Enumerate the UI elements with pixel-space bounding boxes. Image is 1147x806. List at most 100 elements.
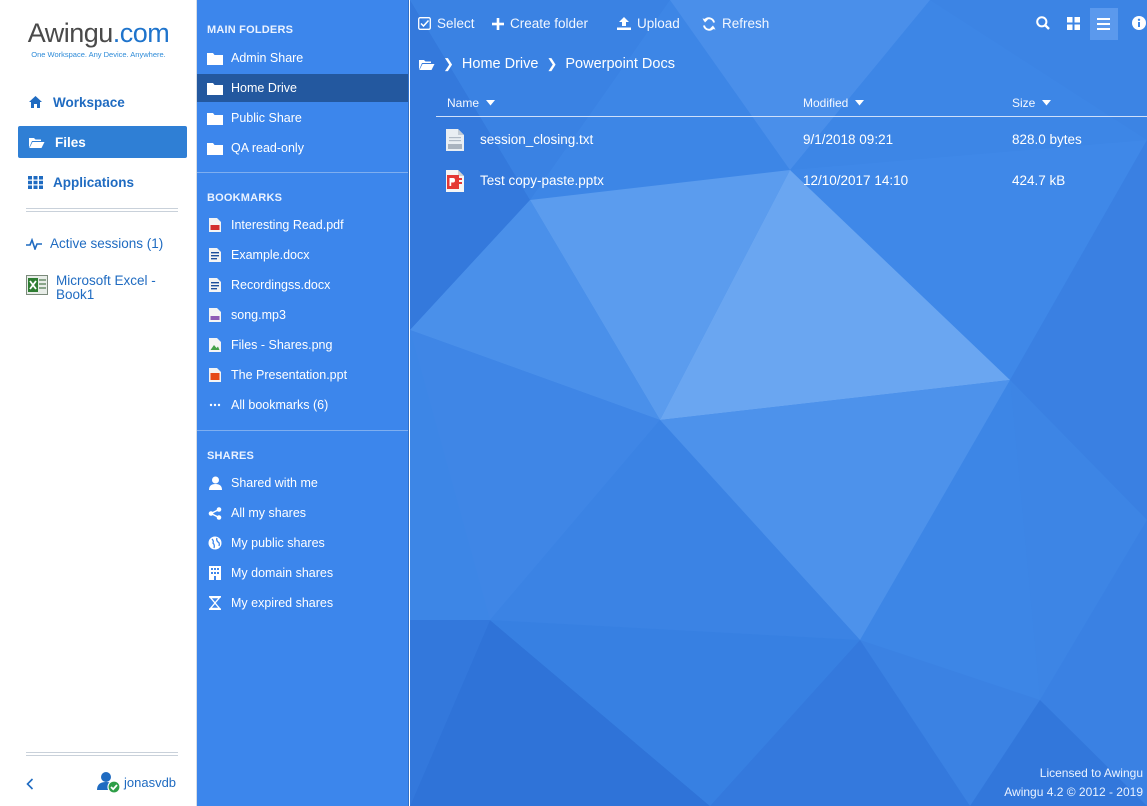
checkbox-icon bbox=[418, 17, 431, 30]
building-icon bbox=[207, 566, 223, 580]
doc-file-icon bbox=[207, 278, 223, 292]
file-modified: 12/10/2017 14:10 bbox=[803, 173, 909, 188]
grid-view-icon bbox=[1067, 17, 1080, 30]
folder-item-admin-share[interactable]: Admin Share bbox=[197, 44, 408, 72]
column-header-name[interactable]: Name bbox=[447, 96, 496, 110]
column-header-size[interactable]: Size bbox=[1012, 96, 1052, 110]
table-row[interactable]: Test copy-paste.pptx 12/10/2017 14:10 42… bbox=[436, 161, 1147, 199]
search-button[interactable] bbox=[1036, 16, 1050, 33]
search-icon bbox=[1036, 16, 1050, 30]
column-size-label: Size bbox=[1012, 96, 1036, 110]
bookmark-label: All bookmarks (6) bbox=[231, 398, 329, 412]
file-name: Test copy-paste.pptx bbox=[480, 173, 604, 188]
column-name-label: Name bbox=[447, 96, 480, 110]
column-modified-label: Modified bbox=[803, 96, 849, 110]
grid-apps-icon bbox=[28, 175, 43, 189]
bookmark-item-the-presentation[interactable]: The Presentation.ppt bbox=[197, 361, 408, 389]
table-row[interactable]: session_closing.txt 9/1/2018 09:21 828.0… bbox=[436, 120, 1147, 158]
file-name: session_closing.txt bbox=[480, 132, 594, 147]
active-sessions-label: Active sessions (1) bbox=[50, 236, 164, 251]
nav-files[interactable]: Files bbox=[18, 126, 187, 158]
user-icon bbox=[207, 476, 223, 490]
folder-item-home-drive[interactable]: Home Drive bbox=[197, 74, 408, 102]
share-label: My domain shares bbox=[231, 566, 334, 580]
sidebar-divider bbox=[26, 208, 178, 212]
folder-item-qa-read-only[interactable]: QA read-only bbox=[197, 134, 408, 162]
version-text: Awingu 4.2 © 2012 - 2019 bbox=[1004, 785, 1143, 799]
folder-item-public-share[interactable]: Public Share bbox=[197, 104, 408, 132]
globe-icon bbox=[207, 536, 223, 550]
create-folder-button[interactable]: Create folder bbox=[492, 16, 588, 31]
excel-icon bbox=[26, 275, 48, 295]
grid-view-button[interactable] bbox=[1067, 17, 1080, 33]
column-header-modified[interactable]: Modified bbox=[803, 96, 865, 110]
panel-divider bbox=[197, 430, 408, 431]
session-excel-label: Microsoft Excel - Book1 bbox=[56, 273, 156, 302]
open-folder-icon bbox=[419, 59, 435, 70]
open-folder-icon bbox=[29, 137, 45, 148]
bookmark-label: Files - Shares.png bbox=[231, 338, 333, 352]
shares-title: SHARES bbox=[207, 450, 255, 462]
brand-logo[interactable]: Awingu.com One Workspace. Any Device. An… bbox=[0, 18, 197, 59]
main-folders-title: MAIN FOLDERS bbox=[207, 24, 294, 36]
logo-text: Awingu.com bbox=[27, 18, 170, 48]
image-file-icon bbox=[207, 338, 223, 352]
refresh-label: Refresh bbox=[722, 16, 770, 31]
folder-item-label: Public Share bbox=[231, 111, 302, 125]
pdf-file-icon bbox=[207, 218, 223, 232]
pulse-icon bbox=[26, 238, 42, 250]
refresh-icon bbox=[702, 16, 716, 31]
bookmark-item-song-mp3[interactable]: song.mp3 bbox=[197, 301, 408, 329]
upload-label: Upload bbox=[637, 16, 680, 31]
breadcrumb-home-drive[interactable]: Home Drive bbox=[462, 56, 539, 72]
home-icon bbox=[29, 96, 42, 108]
share-item-shared-with-me[interactable]: Shared with me bbox=[197, 469, 408, 497]
upload-icon bbox=[617, 17, 631, 30]
refresh-button[interactable]: Refresh bbox=[702, 16, 769, 31]
breadcrumb-separator: ❯ bbox=[546, 56, 558, 71]
header-divider bbox=[436, 116, 1147, 117]
pptx-file-icon bbox=[446, 170, 464, 192]
nav-applications-label: Applications bbox=[53, 174, 135, 190]
nav-workspace-label: Workspace bbox=[53, 94, 125, 110]
audio-file-icon bbox=[207, 308, 223, 322]
session-excel-book1[interactable]: Microsoft Excel - Book1 bbox=[26, 274, 176, 302]
folder-icon bbox=[207, 141, 223, 155]
info-icon bbox=[1132, 16, 1146, 30]
collapse-sidebar-button[interactable] bbox=[26, 775, 34, 794]
license-text: Licensed to Awingu bbox=[1039, 766, 1143, 780]
bookmark-item-recordingss-docx[interactable]: Recordingss.docx bbox=[197, 271, 408, 299]
nav-workspace[interactable]: Workspace bbox=[18, 86, 187, 118]
share-item-my-public-shares[interactable]: My public shares bbox=[197, 529, 408, 557]
bookmark-label: Recordingss.docx bbox=[231, 278, 331, 292]
user-avatar-icon bbox=[97, 772, 121, 794]
folder-item-label: Home Drive bbox=[231, 81, 297, 95]
sort-caret-icon bbox=[1042, 100, 1052, 106]
list-view-button[interactable] bbox=[1090, 8, 1118, 40]
share-item-my-domain-shares[interactable]: My domain shares bbox=[197, 559, 408, 587]
bookmark-label: Example.docx bbox=[231, 248, 310, 262]
active-sessions-link[interactable]: Active sessions (1) bbox=[26, 236, 163, 251]
folder-icon bbox=[207, 51, 223, 65]
hourglass-icon bbox=[207, 596, 223, 610]
bookmark-item-files-shares-png[interactable]: Files - Shares.png bbox=[197, 331, 408, 359]
share-item-my-expired-shares[interactable]: My expired shares bbox=[197, 589, 408, 617]
plus-icon bbox=[492, 17, 504, 30]
upload-button[interactable]: Upload bbox=[617, 16, 680, 31]
chevron-left-icon bbox=[26, 778, 34, 790]
nav-files-label: Files bbox=[55, 134, 86, 150]
share-icon bbox=[207, 506, 223, 520]
bookmark-item-example-docx[interactable]: Example.docx bbox=[197, 241, 408, 269]
bookmark-item-interesting-read[interactable]: Interesting Read.pdf bbox=[197, 211, 408, 239]
info-button[interactable] bbox=[1132, 16, 1146, 33]
folder-icon bbox=[207, 111, 223, 125]
file-size: 424.7 kB bbox=[1012, 173, 1066, 188]
nav-applications[interactable]: Applications bbox=[18, 166, 187, 198]
share-item-all-my-shares[interactable]: All my shares bbox=[197, 499, 408, 527]
share-label: My public shares bbox=[231, 536, 325, 550]
breadcrumb-powerpoint-docs[interactable]: Powerpoint Docs bbox=[565, 56, 675, 72]
bookmark-item-all-bookmarks[interactable]: All bookmarks (6) bbox=[197, 391, 408, 419]
file-size: 828.0 bytes bbox=[1012, 132, 1082, 147]
select-button[interactable]: Select bbox=[418, 16, 475, 31]
user-menu[interactable]: jonasvdb bbox=[96, 770, 176, 794]
